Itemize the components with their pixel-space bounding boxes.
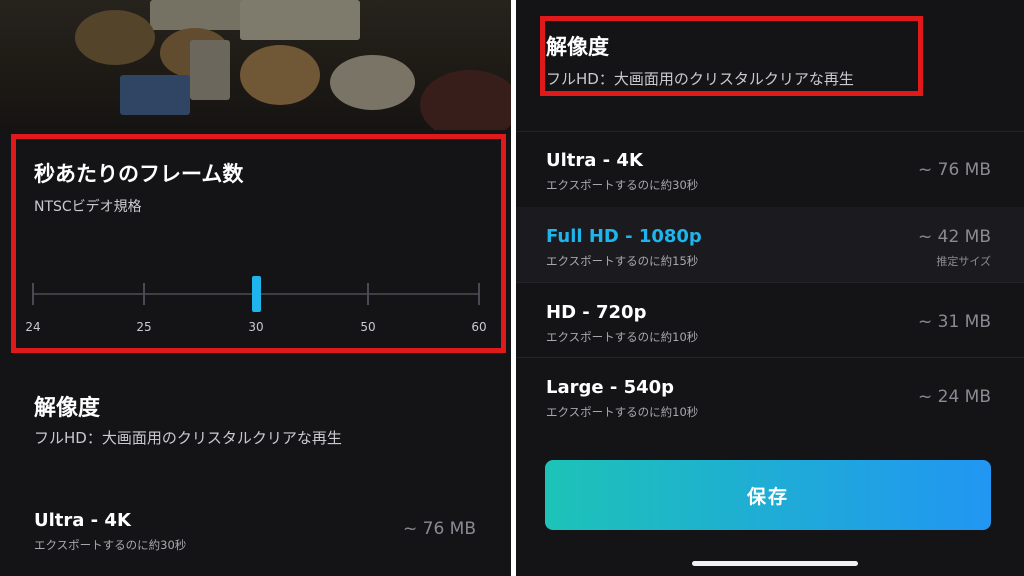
option-export-time: エクスポートするのに約10秒 bbox=[546, 405, 699, 419]
option-name: HD - 720p bbox=[546, 302, 647, 323]
fps-tick-label: 60 bbox=[471, 320, 487, 334]
option-export-time: エクスポートするのに約30秒 bbox=[34, 538, 187, 552]
resolution-subtitle: フルHD：大画面用のクリスタルクリアな再生 bbox=[546, 70, 854, 88]
resolution-option-ultra-4k[interactable]: Ultra - 4K エクスポートするのに約30秒 ~ 76 MB bbox=[516, 132, 1024, 206]
resolution-title: 解像度 bbox=[546, 35, 609, 59]
fps-subtitle: NTSCビデオ規格 bbox=[34, 199, 142, 215]
option-export-time: エクスポートするのに約30秒 bbox=[546, 178, 699, 192]
fps-tick-label: 50 bbox=[360, 320, 376, 334]
fps-tick bbox=[32, 283, 34, 305]
option-size: ~ 42 MB bbox=[917, 227, 991, 247]
fps-tick bbox=[367, 283, 369, 305]
option-size: ~ 76 MB bbox=[917, 160, 991, 180]
option-name-selected: Full HD - 1080p bbox=[546, 226, 702, 247]
option-name: Ultra - 4K bbox=[34, 510, 131, 531]
video-preview-thumbnail bbox=[0, 0, 511, 130]
option-name: Ultra - 4K bbox=[546, 150, 643, 171]
fps-tick bbox=[143, 283, 145, 305]
resolution-option-ultra-4k[interactable]: Ultra - 4K エクスポートするのに約30秒 ~ 76 MB bbox=[0, 495, 508, 576]
option-name: Large - 540p bbox=[546, 377, 675, 398]
option-size: ~ 24 MB bbox=[917, 387, 991, 407]
estimated-size-label: 推定サイズ bbox=[936, 255, 991, 268]
resolution-settings-screen: 解像度 フルHD：大画面用のクリスタルクリアな再生 Ultra - 4K エクス… bbox=[516, 0, 1024, 576]
fps-tick-label: 24 bbox=[25, 320, 41, 334]
resolution-option-hd-720p[interactable]: HD - 720p エクスポートするのに約10秒 ~ 31 MB bbox=[516, 283, 1024, 357]
option-size: ~ 76 MB bbox=[402, 519, 476, 539]
home-indicator[interactable] bbox=[692, 561, 858, 566]
fps-settings-screen: 秒あたりのフレーム数 NTSCビデオ規格 24 25 30 50 60 解像度 … bbox=[0, 0, 511, 576]
fps-tick bbox=[478, 283, 480, 305]
option-size: ~ 31 MB bbox=[917, 312, 991, 332]
fps-slider-thumb[interactable] bbox=[252, 276, 261, 312]
fps-title: 秒あたりのフレーム数 bbox=[34, 162, 244, 186]
resolution-title: 解像度 bbox=[34, 396, 101, 421]
save-button[interactable]: 保存 bbox=[545, 460, 991, 530]
resolution-option-full-hd-1080p[interactable]: Full HD - 1080p エクスポートするのに約15秒 ~ 42 MB 推… bbox=[516, 207, 1024, 282]
resolution-option-large-540p[interactable]: Large - 540p エクスポートするのに約10秒 ~ 24 MB bbox=[516, 358, 1024, 432]
option-export-time: エクスポートするのに約10秒 bbox=[546, 330, 699, 344]
fps-tick-label: 30 bbox=[248, 320, 264, 334]
option-export-time: エクスポートするのに約15秒 bbox=[546, 254, 699, 268]
fps-tick-label: 25 bbox=[136, 320, 152, 334]
resolution-subtitle: フルHD：大画面用のクリスタルクリアな再生 bbox=[34, 429, 342, 447]
